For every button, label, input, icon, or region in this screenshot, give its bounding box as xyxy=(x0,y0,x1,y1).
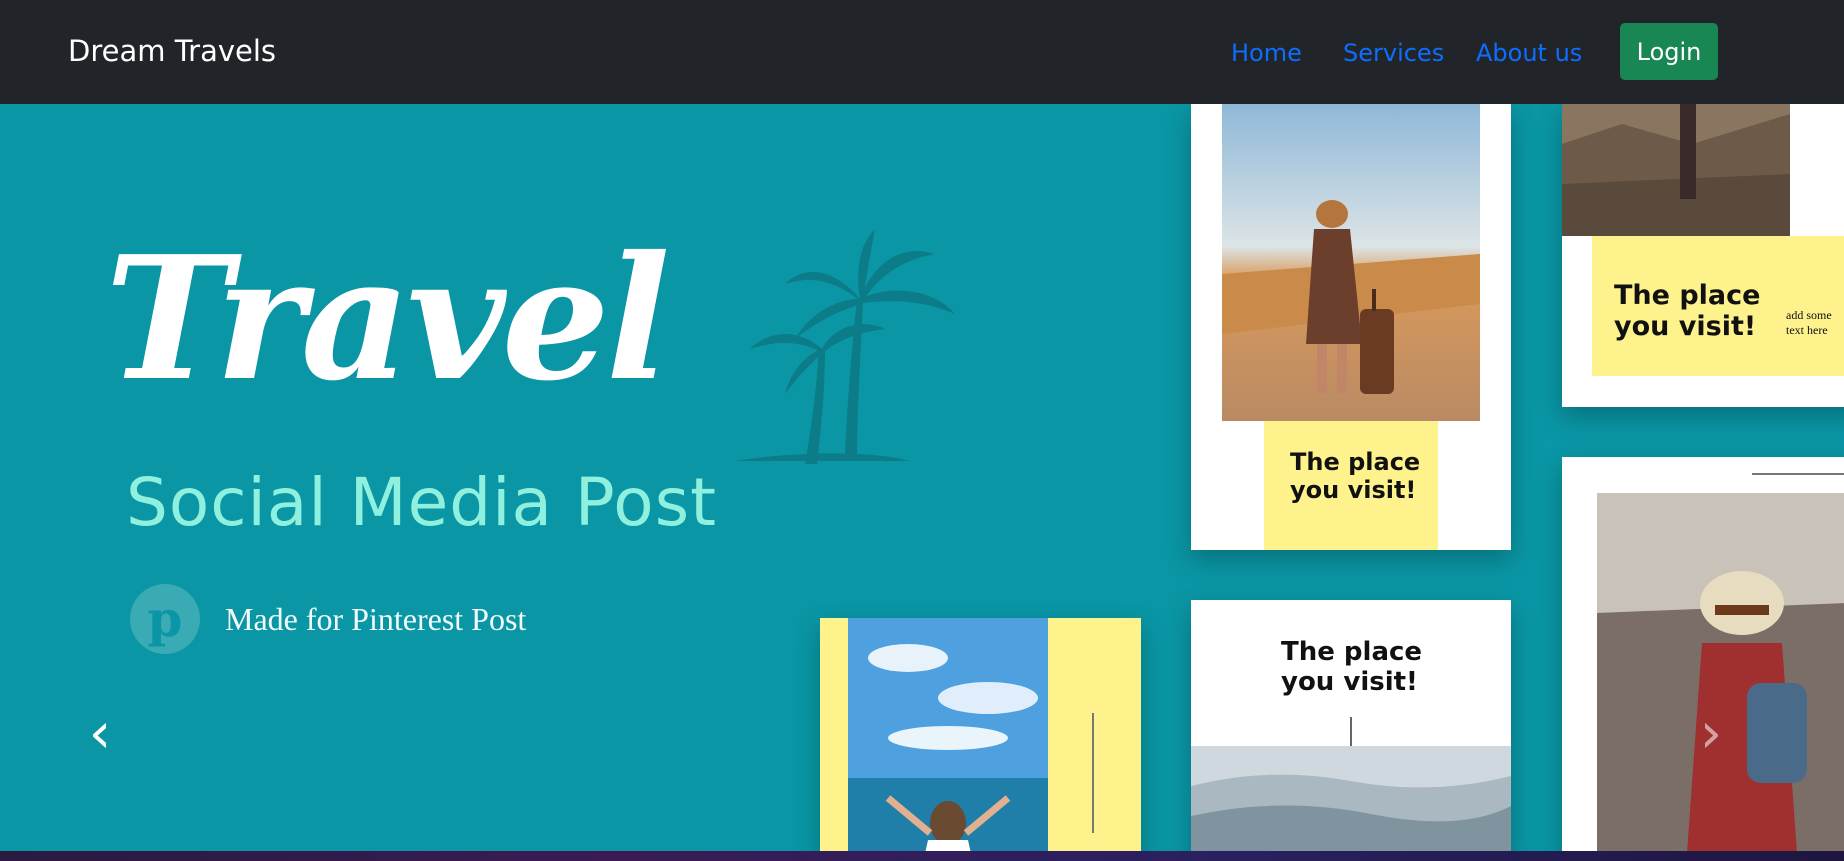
card-caption: The place you visit! add some text here xyxy=(1592,236,1844,376)
post-card-hiker: The place you visit! add some text here xyxy=(1562,104,1844,407)
post-card-beach xyxy=(820,618,1141,851)
login-button[interactable]: Login xyxy=(1620,23,1718,80)
carousel-prev-button[interactable]: ‹ xyxy=(80,704,120,764)
made-for-text: Made for Pinterest Post xyxy=(225,601,527,637)
nav-link-services[interactable]: Services xyxy=(1343,39,1444,67)
card-caption: The place you visit! xyxy=(1264,421,1438,550)
palm-tree-icon xyxy=(735,229,955,464)
card-caption-text: The place you visit! xyxy=(1281,637,1423,697)
nav-link-about-us[interactable]: About us xyxy=(1476,39,1582,67)
pinterest-icon: p xyxy=(130,584,200,654)
photo-mountains xyxy=(1191,746,1511,851)
hero-subtitle: Social Media Post xyxy=(126,464,717,541)
hero-carousel: Travel Social Media Post p Made for Pint… xyxy=(0,104,1844,851)
caption-line-1: The place xyxy=(1614,280,1761,311)
nav-link-home[interactable]: Home xyxy=(1231,39,1302,67)
hero-title: Travel xyxy=(105,219,670,419)
photo-woman-beach xyxy=(848,618,1048,851)
page-bottom-edge xyxy=(0,851,1844,861)
navbar: Dream Travels Home Services About us Log… xyxy=(0,0,1844,104)
divider xyxy=(1092,713,1094,833)
photo-hiker xyxy=(1562,104,1790,236)
caption-line-2: you visit! xyxy=(1290,475,1417,504)
carousel-next-button[interactable]: › xyxy=(1691,704,1731,764)
photo-woman-suitcase xyxy=(1222,104,1480,421)
photo-woman-market xyxy=(1597,493,1844,851)
small-text: add some text here xyxy=(1786,308,1832,337)
post-card-market xyxy=(1562,457,1844,851)
post-card-suitcase: The place you visit! xyxy=(1191,104,1511,550)
caption-line-1: The place xyxy=(1290,448,1421,476)
divider xyxy=(1752,473,1844,475)
post-card-mountains: The place you visit! xyxy=(1191,600,1511,851)
brand-logo[interactable]: Dream Travels xyxy=(68,34,276,68)
